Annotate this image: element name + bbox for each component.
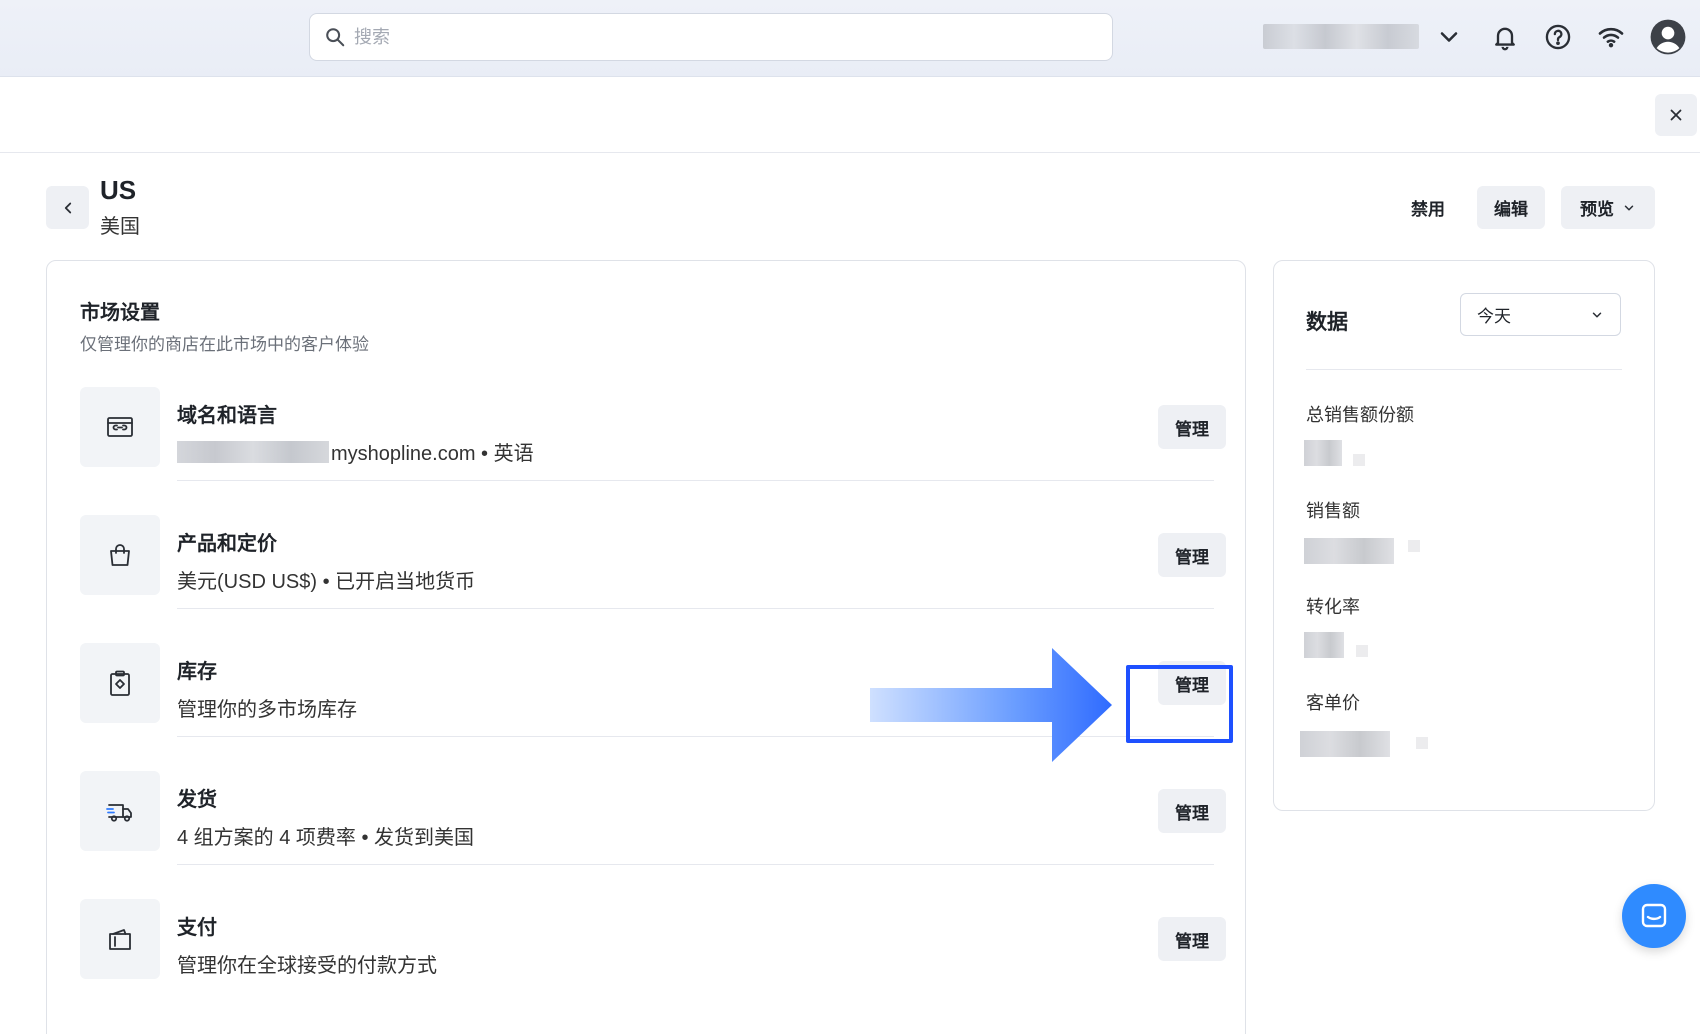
truck-icon — [80, 771, 160, 851]
chat-icon — [1641, 903, 1667, 928]
help-icon[interactable] — [1541, 20, 1575, 54]
metric-value-redacted — [1416, 737, 1428, 749]
domain-language-text: myshopline.com • 英语 — [331, 443, 534, 465]
manage-products-button[interactable]: 管理 — [1158, 533, 1226, 577]
account-dropdown-chevron-icon[interactable] — [1432, 20, 1466, 54]
close-icon — [1670, 109, 1682, 121]
data-title: 数据 — [1306, 311, 1348, 334]
wifi-icon[interactable] — [1594, 20, 1628, 54]
chevron-down-icon — [1592, 311, 1602, 318]
row-title: 产品和定价 — [177, 533, 277, 555]
row-title: 域名和语言 — [177, 405, 277, 427]
row-divider — [177, 608, 1214, 609]
row-title: 库存 — [177, 661, 217, 683]
metric-label-sales-share: 总销售额份额 — [1306, 405, 1414, 425]
preview-label: 预览 — [1580, 200, 1614, 219]
edit-button[interactable]: 编辑 — [1477, 186, 1545, 229]
clipboard-icon — [80, 643, 160, 723]
search-box[interactable] — [309, 13, 1113, 61]
row-subtitle: 美元(USD US$) • 已开启当地货币 — [177, 571, 476, 593]
page-title: US — [100, 175, 137, 205]
metric-value-redacted — [1300, 731, 1390, 757]
row-subtitle: 管理你的多市场库存 — [177, 699, 357, 721]
row-subtitle: 管理你在全球接受的付款方式 — [177, 955, 437, 977]
manage-payments-button[interactable]: 管理 — [1158, 917, 1226, 961]
top-bar — [0, 0, 1700, 77]
row-divider — [177, 480, 1214, 481]
page-subtitle: 美国 — [100, 216, 140, 238]
data-divider — [1306, 369, 1622, 370]
metric-label-conversion: 转化率 — [1306, 597, 1360, 617]
market-settings-description: 仅管理你的商店在此市场中的客户体验 — [80, 335, 369, 354]
row-title: 发货 — [177, 789, 217, 811]
wallet-icon — [80, 899, 160, 979]
account-name-redacted[interactable] — [1263, 24, 1419, 49]
chevron-left-icon — [64, 202, 71, 213]
list-item-payments: 支付 管理你在全球接受的付款方式 — [80, 899, 1214, 979]
back-button[interactable] — [46, 186, 89, 229]
search-icon — [326, 28, 345, 47]
row-divider — [177, 864, 1214, 865]
shopping-bag-icon — [80, 515, 160, 595]
market-settings-card: 市场设置 仅管理你的商店在此市场中的客户体验 域名和语言 myshopline.… — [46, 260, 1246, 1034]
chevron-down-icon — [1624, 204, 1634, 211]
header-strip — [0, 77, 1700, 153]
metric-label-sales: 销售额 — [1306, 501, 1360, 521]
pointer-arrow — [870, 648, 1112, 762]
row-subtitle: myshopline.com • 英语 — [177, 437, 534, 466]
search-input[interactable] — [354, 26, 1094, 48]
manage-shipping-button[interactable]: 管理 — [1158, 789, 1226, 833]
metric-value-redacted — [1408, 540, 1420, 552]
data-panel: 数据 今天 总销售额份额 销售额 转化率 客单价 — [1273, 260, 1655, 811]
date-range-value: 今天 — [1477, 307, 1511, 326]
date-range-select[interactable]: 今天 — [1460, 293, 1621, 336]
manage-domain-button[interactable]: 管理 — [1158, 405, 1226, 449]
market-settings-title: 市场设置 — [80, 302, 160, 324]
bell-icon[interactable] — [1488, 20, 1522, 54]
close-button[interactable] — [1655, 94, 1697, 136]
metric-label-aov: 客单价 — [1306, 693, 1360, 713]
domain-prefix-redacted — [177, 440, 329, 463]
metric-value-redacted — [1353, 454, 1365, 466]
user-avatar-icon[interactable] — [1648, 17, 1688, 57]
metric-value-redacted — [1304, 632, 1344, 658]
chat-support-button[interactable] — [1622, 884, 1686, 948]
preview-button[interactable]: 预览 — [1561, 186, 1655, 229]
disable-button[interactable]: 禁用 — [1393, 186, 1463, 229]
list-item-products-pricing: 产品和定价 美元(USD US$) • 已开启当地货币 — [80, 515, 1214, 595]
metric-value-redacted — [1304, 440, 1342, 466]
highlight-box — [1126, 665, 1233, 743]
row-subtitle: 4 组方案的 4 项费率 • 发货到美国 — [177, 827, 475, 849]
link-card-icon — [80, 387, 160, 467]
metric-value-redacted — [1356, 645, 1368, 657]
metric-value-redacted — [1304, 538, 1394, 564]
list-item-shipping: 发货 4 组方案的 4 项费率 • 发货到美国 — [80, 771, 1214, 851]
row-title: 支付 — [177, 917, 217, 939]
list-item-domain-language: 域名和语言 myshopline.com • 英语 — [80, 387, 1214, 467]
